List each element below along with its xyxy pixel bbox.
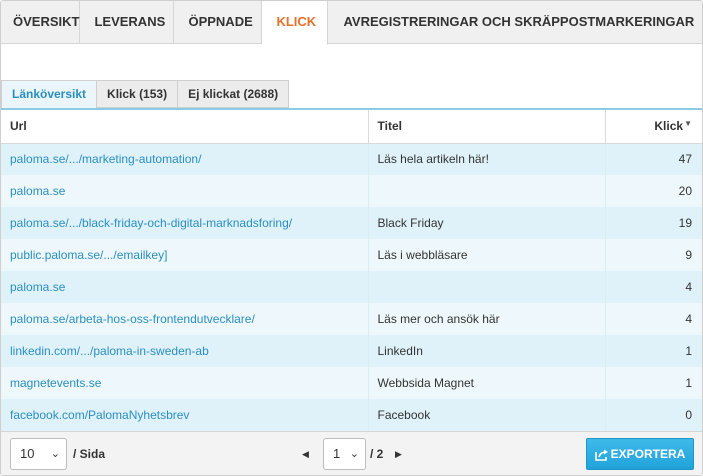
subtab-ej-klickat[interactable]: Ej klickat (2688) (178, 80, 290, 108)
row-title: Läs i webbläsare (368, 239, 606, 271)
table-row: paloma.se 20 (1, 175, 702, 207)
row-clicks: 4 (605, 271, 702, 303)
row-title (368, 271, 606, 303)
row-url-link[interactable]: paloma.se/arbeta-hos-oss-frontendutveckl… (10, 312, 255, 326)
column-header-url[interactable]: Url (1, 110, 369, 144)
column-header-title-label: Titel (377, 119, 402, 134)
subtab-lankoversikt[interactable]: Länköversikt (1, 80, 98, 109)
links-table: Url Titel Klick▼ paloma.se/.../marketing… (1, 108, 702, 431)
per-page-value: 10 (20, 446, 35, 461)
column-header-clicks[interactable]: Klick▼ (605, 110, 702, 144)
current-page-value: 1 (333, 446, 341, 461)
row-title: Facebook (368, 399, 606, 431)
table-row: facebook.com/PalomaNyhetsbrev Facebook 0 (1, 399, 702, 431)
column-header-clicks-label: Klick (654, 119, 684, 134)
sub-tabs: Länköversikt Klick (153) Ej klickat (268… (1, 80, 290, 109)
row-clicks: 1 (605, 367, 702, 399)
row-title (368, 175, 606, 207)
table-row: linkedin.com/.../paloma-in-sweden-ab Lin… (1, 335, 702, 367)
tab-leverans[interactable]: Leverans (80, 1, 175, 44)
tab-oversikt[interactable]: Översikt (1, 1, 81, 44)
table-row: magnetevents.se Webbsida Magnet 1 (1, 367, 702, 399)
row-url-link[interactable]: public.paloma.se/.../emailkey] (10, 248, 167, 262)
row-clicks: 9 (605, 239, 702, 271)
page-select[interactable]: 1 ⌄ (323, 438, 366, 470)
export-icon (594, 449, 608, 461)
row-url-link[interactable]: magnetevents.se (10, 376, 101, 390)
table-header-row: Url Titel Klick▼ (1, 110, 702, 144)
table-row: paloma.se/.../black-friday-och-digital-m… (1, 207, 702, 239)
total-pages-label: / 2 (370, 447, 384, 461)
row-url-link[interactable]: paloma.se (10, 184, 65, 198)
chevron-down-icon: ⌄ (349, 448, 359, 460)
row-title: Läs hela artikeln här! (368, 143, 606, 175)
tab-avregistreringar[interactable]: Avregistreringar och skräppostmarkeringa… (328, 1, 702, 44)
table-row: paloma.se/.../marketing-automation/ Läs … (1, 143, 702, 175)
clicks-report-panel: Översikt Leverans Öppnade Klick Avregist… (0, 0, 703, 476)
tab-oppnade[interactable]: Öppnade (174, 1, 263, 44)
next-page-icon[interactable]: ▶ (395, 438, 402, 470)
row-title: Webbsida Magnet (368, 367, 606, 399)
column-header-url-label: Url (10, 119, 27, 134)
table-row: paloma.se 4 (1, 271, 702, 303)
row-url-link[interactable]: facebook.com/PalomaNyhetsbrev (10, 408, 189, 422)
previous-page-icon[interactable]: ◀ (302, 438, 309, 470)
subtab-klick[interactable]: Klick (153) (97, 80, 179, 108)
row-url-link[interactable]: paloma.se (10, 280, 65, 294)
chevron-down-icon: ⌄ (50, 448, 60, 460)
pagination-footer: 10 ⌄ / Sida ◀ 1 ⌄ / 2 ▶ Exportera (1, 431, 702, 475)
main-tabs: Översikt Leverans Öppnade Klick Avregist… (1, 1, 702, 45)
row-url-link[interactable]: paloma.se/.../marketing-automation/ (10, 152, 201, 166)
table-row: public.paloma.se/.../emailkey] Läs i web… (1, 239, 702, 271)
table-row: paloma.se/arbeta-hos-oss-frontendutveckl… (1, 303, 702, 335)
row-clicks: 0 (605, 399, 702, 431)
row-title: Black Friday (368, 207, 606, 239)
tab-klick[interactable]: Klick (262, 1, 329, 45)
row-url-link[interactable]: paloma.se/.../black-friday-och-digital-m… (10, 216, 292, 230)
export-button-label: Exportera (610, 447, 686, 461)
export-button[interactable]: Exportera (586, 438, 694, 470)
row-url-link[interactable]: linkedin.com/.../paloma-in-sweden-ab (10, 344, 209, 358)
row-clicks: 20 (605, 175, 702, 207)
row-title: LinkedIn (368, 335, 606, 367)
row-clicks: 19 (605, 207, 702, 239)
row-title: Läs mer och ansök här (368, 303, 606, 335)
per-page-label: / Sida (73, 447, 106, 461)
row-clicks: 47 (605, 143, 702, 175)
sort-descending-icon: ▼ (684, 119, 692, 129)
per-page-select[interactable]: 10 ⌄ (10, 438, 67, 470)
row-clicks: 1 (605, 335, 702, 367)
row-clicks: 4 (605, 303, 702, 335)
column-header-title[interactable]: Titel (368, 110, 606, 144)
